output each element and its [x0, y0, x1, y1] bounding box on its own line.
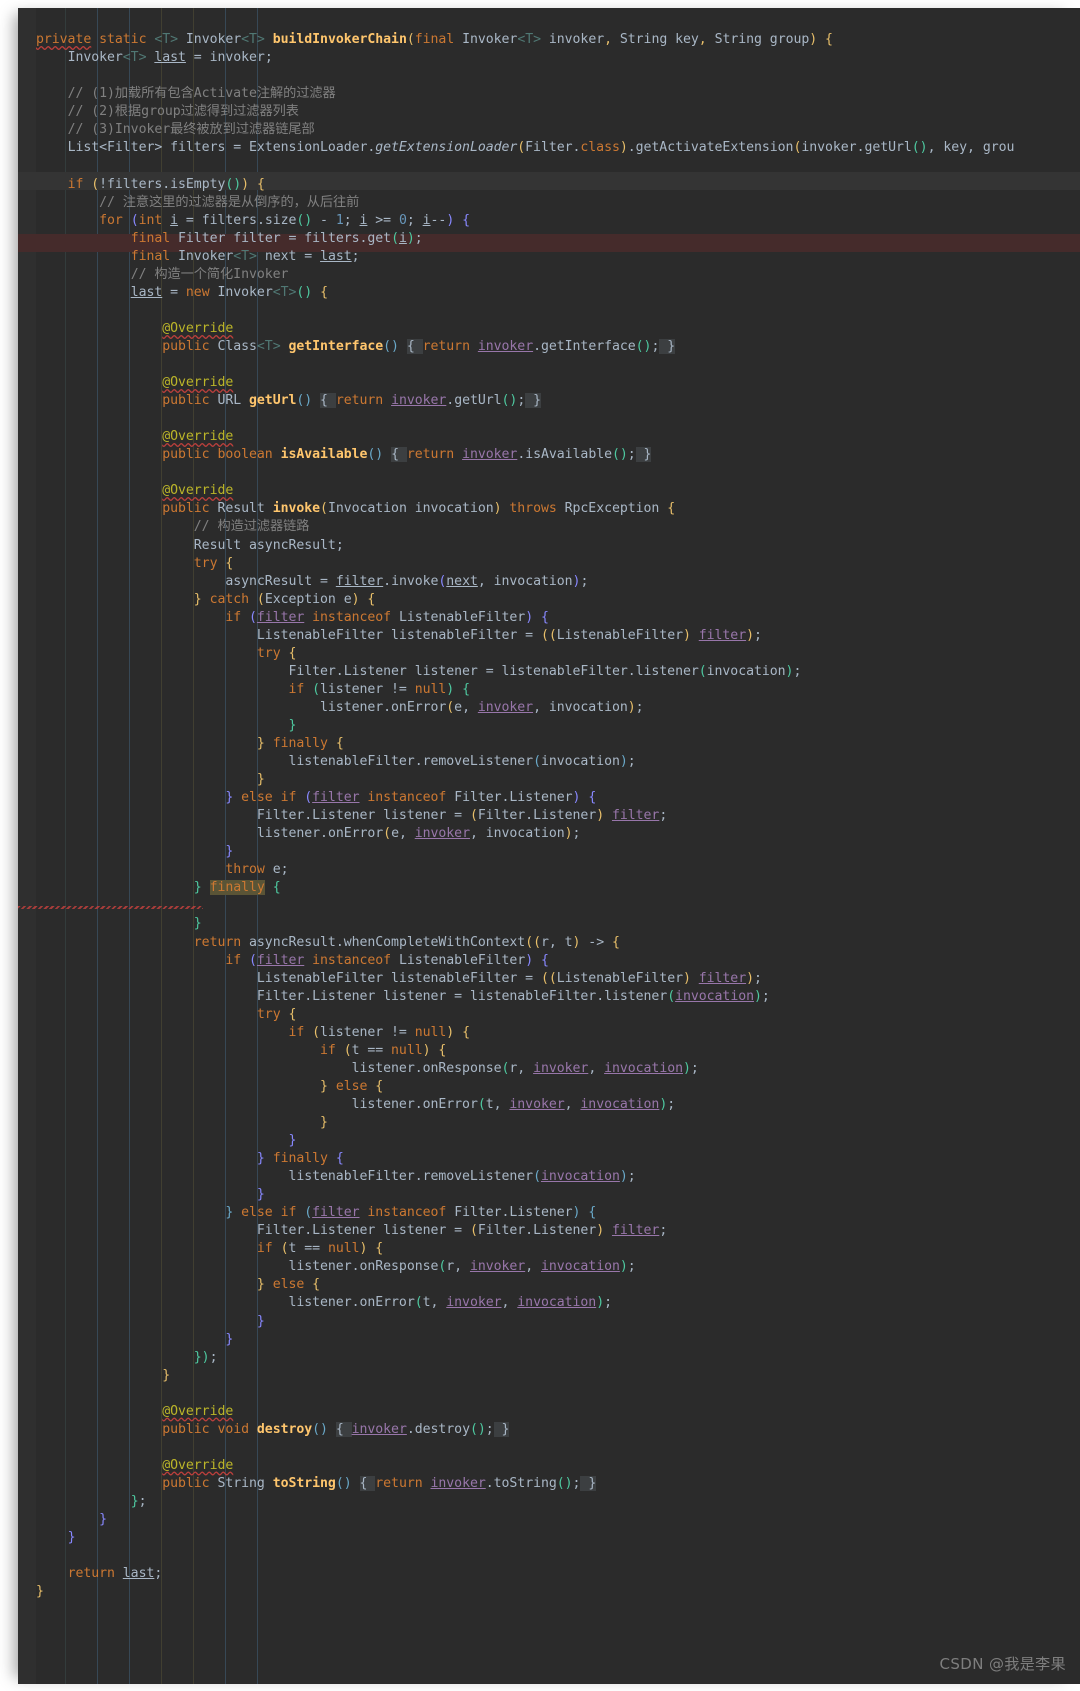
code-line: if (t == null) { — [320, 1042, 447, 1058]
code-line: } — [99, 1512, 108, 1528]
code-line: } else { — [320, 1078, 384, 1094]
code-line: // 构造过滤器链路 — [193, 519, 310, 535]
code-line: public void destroy() { invoker.destroy(… — [162, 1421, 510, 1437]
code-line: private static <T> Invoker<T> buildInvok… — [36, 32, 833, 48]
code-line: @Override — [162, 1403, 234, 1419]
code-line: // 注意这里的过滤器是从倒序的，从后往前 — [99, 194, 360, 210]
code-line: final Invoker<T> next = last; — [130, 248, 360, 264]
code-line: Invoker<T> last = invoker; — [67, 50, 273, 66]
code-line: List<Filter> filters = ExtensionLoader.g… — [67, 140, 1015, 156]
code-line: for (int i = filters.size() - 1; i >= 0;… — [99, 212, 470, 228]
code-line: final Filter filter = filters.get(i); — [130, 230, 423, 246]
code-line: @Override — [162, 1457, 234, 1473]
code-line: return last; — [67, 1566, 163, 1582]
code-line: listener.onError(t, invoker, invocation)… — [288, 1295, 612, 1311]
code-line: } — [288, 717, 297, 733]
code-line: asyncResult = filter.invoke(next, invoca… — [225, 573, 589, 589]
code-line: } else { — [256, 1277, 321, 1293]
code-line: listener.onError(t, invoker, invocation)… — [351, 1096, 676, 1112]
code-line: listener.onError(e, invoker, invocation)… — [256, 826, 581, 842]
code-line: @Override — [162, 375, 234, 391]
code-line: if (listener != null) { — [288, 681, 470, 697]
code-line: listener.onResponse(r, invoker, invocati… — [288, 1259, 636, 1275]
code-content[interactable]: private static <T> Invoker<T> buildInvok… — [18, 21, 1080, 1601]
code-line: try { — [193, 555, 234, 571]
code-line: if (t == null) { — [256, 1241, 384, 1257]
code-line: } finally { — [256, 1151, 344, 1167]
code-line: } else if (filter instanceof Filter.List… — [225, 790, 597, 806]
code-line: listenableFilter.removeListener(invocati… — [288, 1169, 636, 1185]
code-line: public boolean isAvailable() { return in… — [162, 447, 652, 463]
code-line: Filter.Listener listener = (Filter.Liste… — [256, 1223, 668, 1239]
code-line: // (1)加载所有包含Activate注解的过滤器 — [67, 86, 336, 102]
code-line: } finally { — [193, 880, 281, 896]
csdn-watermark: CSDN @我是李果 — [939, 1655, 1066, 1673]
code-line: public Class<T> getInterface() { return … — [162, 338, 676, 354]
error-squiggle — [18, 906, 203, 909]
code-line: public Result invoke(Invocation invocati… — [162, 501, 676, 517]
code-line: } — [256, 1313, 265, 1329]
code-line: } finally { — [256, 736, 344, 752]
code-line: @Override — [162, 320, 234, 336]
code-line: Filter.Listener listener = (Filter.Liste… — [256, 808, 668, 824]
code-line: }; — [130, 1493, 147, 1509]
code-line: } — [225, 1331, 234, 1347]
code-line: } — [193, 916, 202, 932]
code-line: @Override — [162, 429, 234, 445]
code-line: } — [67, 1530, 76, 1546]
code-line: public URL getUrl() { return invoker.get… — [162, 393, 541, 409]
code-line: // (3)Invoker最终被放到过滤器链尾部 — [67, 122, 315, 138]
code-line: Filter.Listener listener = listenableFil… — [256, 988, 770, 1004]
code-line: } — [320, 1115, 328, 1130]
code-line: last = new Invoker<T>() { — [130, 284, 328, 300]
code-line: try { — [256, 645, 297, 661]
code-line: @Override — [162, 483, 234, 499]
code-line: if (!filters.isEmpty()) { — [67, 176, 265, 192]
code-line: } — [288, 1133, 297, 1149]
code-line: public String toString() { return invoke… — [162, 1475, 597, 1491]
code-line: try { — [256, 1006, 297, 1022]
code-line: Result asyncResult; — [193, 537, 344, 553]
code-line: return asyncResult.whenCompleteWithConte… — [193, 934, 620, 950]
code-editor[interactable]: private static <T> Invoker<T> buildInvok… — [18, 8, 1080, 1684]
code-line: } — [225, 844, 234, 860]
code-line: }); — [193, 1349, 218, 1365]
code-line: if (filter instanceof ListenableFilter) … — [225, 952, 549, 968]
code-line: if (listener != null) { — [288, 1024, 470, 1040]
code-line: } — [256, 772, 265, 788]
code-line: listenableFilter.removeListener(invocati… — [288, 754, 636, 770]
code-line: ListenableFilter listenableFilter = ((Li… — [256, 970, 762, 986]
code-line: // 构造一个简化Invoker — [130, 266, 289, 282]
code-line: } — [256, 1187, 265, 1203]
code-line: listener.onResponse(r, invoker, invocati… — [351, 1060, 699, 1076]
code-line: ListenableFilter listenableFilter = ((Li… — [256, 627, 762, 643]
code-line: } — [36, 1584, 44, 1600]
code-line: } — [162, 1367, 171, 1383]
code-line: if (filter instanceof ListenableFilter) … — [225, 609, 549, 625]
code-line: } catch (Exception e) { — [193, 591, 376, 607]
code-line: } else if (filter instanceof Filter.List… — [225, 1205, 597, 1221]
code-line: // (2)根据group过滤得到过滤器列表 — [67, 104, 299, 120]
code-line: Filter.Listener listener = listenableFil… — [288, 663, 802, 679]
code-line: throw e; — [225, 862, 289, 878]
code-line: listener.onError(e, invoker, invocation)… — [320, 699, 644, 715]
